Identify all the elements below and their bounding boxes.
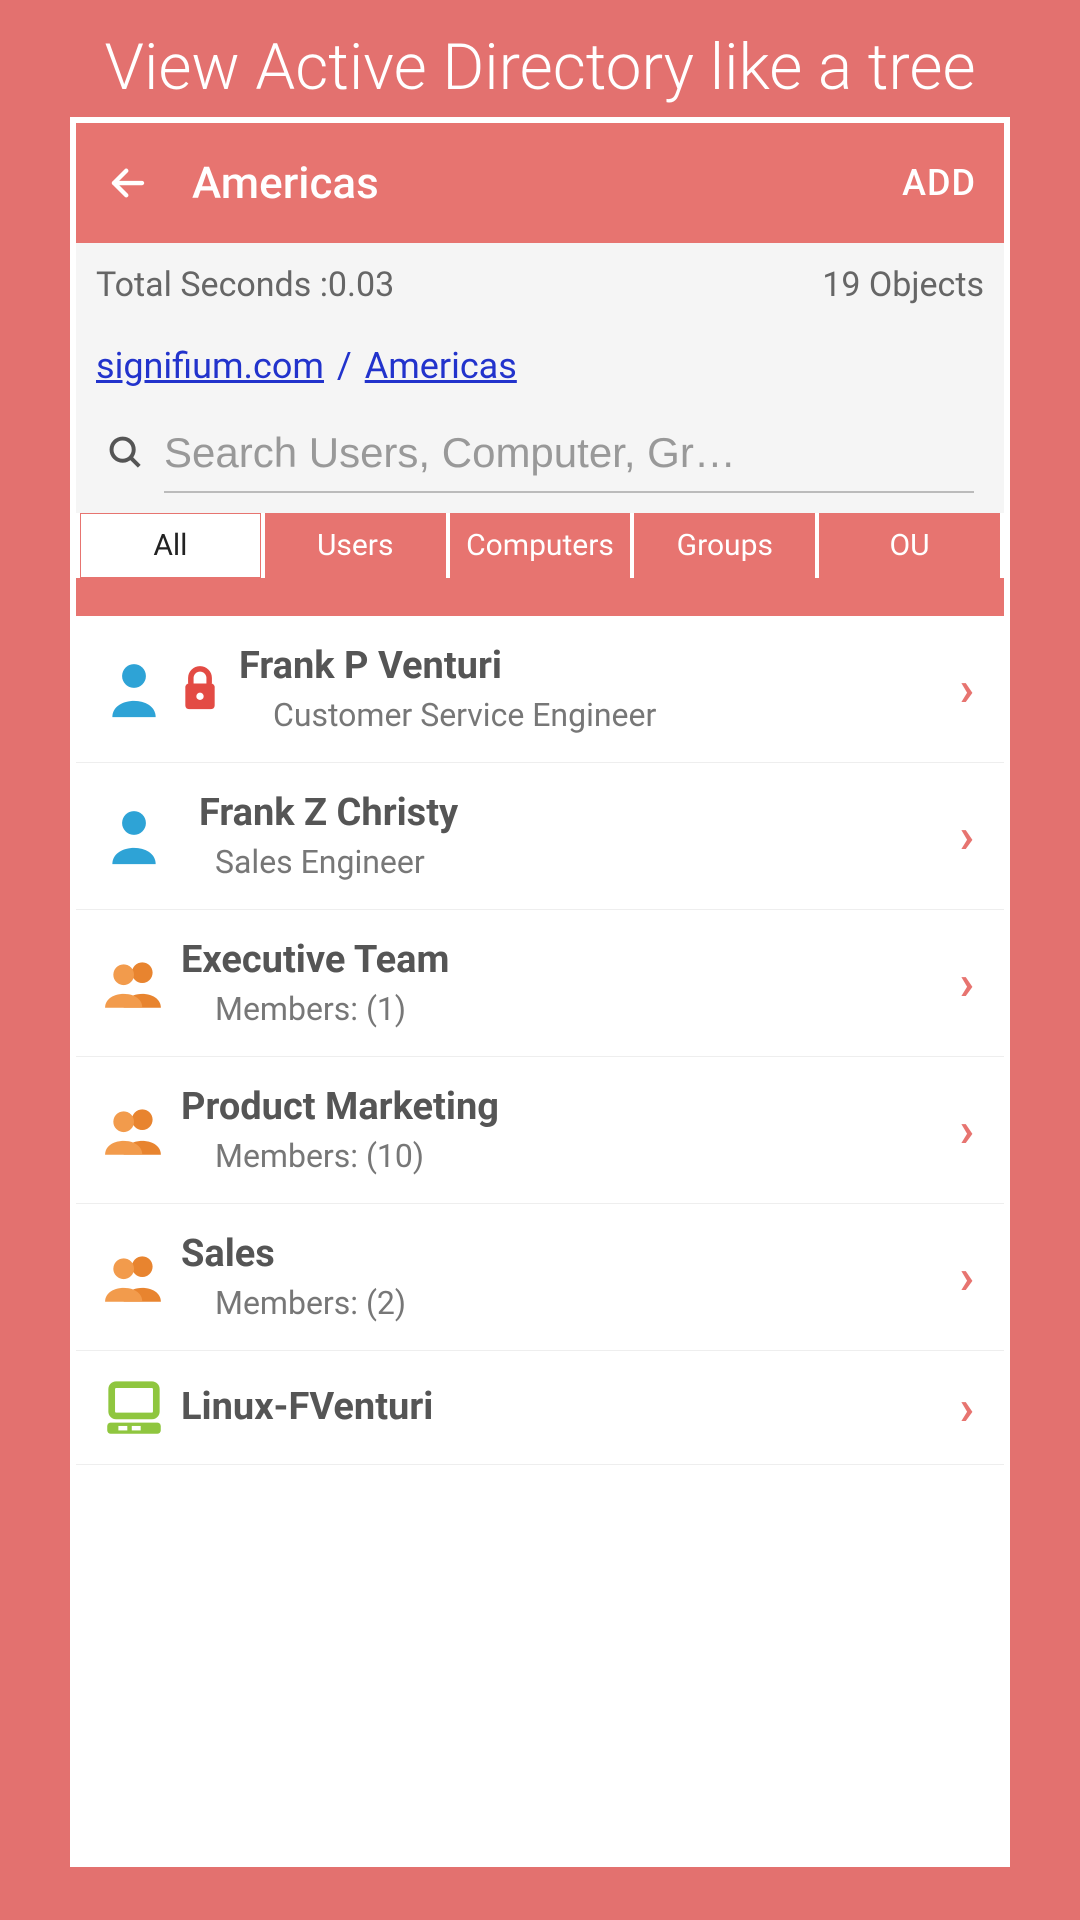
chevron-right-icon: › (949, 1101, 984, 1158)
chevron-right-icon: › (949, 954, 984, 1011)
lock-icon (171, 663, 229, 715)
group-icon (96, 1104, 171, 1156)
tab-users[interactable]: Users (265, 513, 446, 578)
device-frame: Americas ADD Total Seconds :0.03 19 Obje… (70, 117, 1010, 1867)
item-subtitle: Members: (10) (181, 1137, 949, 1175)
tab-computers[interactable]: Computers (450, 513, 631, 578)
object-count-label: 19 Objects (822, 265, 984, 305)
item-title: Sales (181, 1232, 949, 1276)
group-icon (96, 1251, 171, 1303)
list-item[interactable]: Sales Members: (2) › (76, 1204, 1004, 1351)
chevron-right-icon: › (949, 807, 984, 864)
chevron-right-icon: › (949, 1379, 984, 1436)
item-title: Executive Team (181, 938, 949, 982)
list-item[interactable]: Product Marketing Members: (10) › (76, 1057, 1004, 1204)
list-item[interactable]: Frank P Venturi Customer Service Enginee… (76, 616, 1004, 763)
list-item[interactable]: Executive Team Members: (1) › (76, 910, 1004, 1057)
chevron-right-icon: › (949, 660, 984, 717)
item-title: Frank Z Christy (181, 791, 949, 835)
breadcrumb-root[interactable]: signifium.com (96, 345, 324, 387)
tab-ou[interactable]: OU (819, 513, 1000, 578)
user-icon (96, 660, 171, 718)
user-icon (96, 807, 171, 865)
promo-title: View Active Directory like a tree (0, 0, 1080, 107)
arrow-left-icon (107, 162, 149, 204)
computer-icon (96, 1379, 171, 1435)
item-subtitle: Members: (2) (181, 1284, 949, 1322)
item-subtitle: Sales Engineer (181, 843, 949, 881)
breadcrumb-current[interactable]: Americas (365, 345, 517, 387)
app-bar: Americas ADD (76, 123, 1004, 243)
item-subtitle: Customer Service Engineer (239, 696, 949, 734)
group-icon (96, 957, 171, 1009)
breadcrumb: signifium.com / Americas (76, 327, 1004, 415)
total-seconds-label: Total Seconds :0.03 (96, 265, 394, 305)
list-item[interactable]: Linux-FVenturi › (76, 1351, 1004, 1465)
breadcrumb-separator: / (328, 345, 361, 387)
tab-groups[interactable]: Groups (634, 513, 815, 578)
meta-row: Total Seconds :0.03 19 Objects (76, 243, 1004, 327)
filter-tabs: All Users Computers Groups OU (76, 513, 1004, 578)
directory-list: Frank P Venturi Customer Service Enginee… (76, 616, 1004, 1465)
search-icon (106, 433, 144, 475)
item-title: Product Marketing (181, 1085, 949, 1129)
chevron-right-icon: › (949, 1248, 984, 1305)
item-subtitle: Members: (1) (181, 990, 949, 1028)
add-button[interactable]: ADD (902, 162, 976, 204)
back-button[interactable] (104, 159, 152, 207)
item-title: Frank P Venturi (239, 644, 949, 688)
search-input[interactable] (164, 415, 974, 493)
item-title: Linux-FVenturi (181, 1385, 949, 1429)
page-title: Americas (192, 157, 902, 209)
list-item[interactable]: Frank Z Christy Sales Engineer › (76, 763, 1004, 910)
search-row (76, 415, 1004, 513)
tab-underline (76, 578, 1004, 616)
tab-all[interactable]: All (80, 513, 261, 578)
